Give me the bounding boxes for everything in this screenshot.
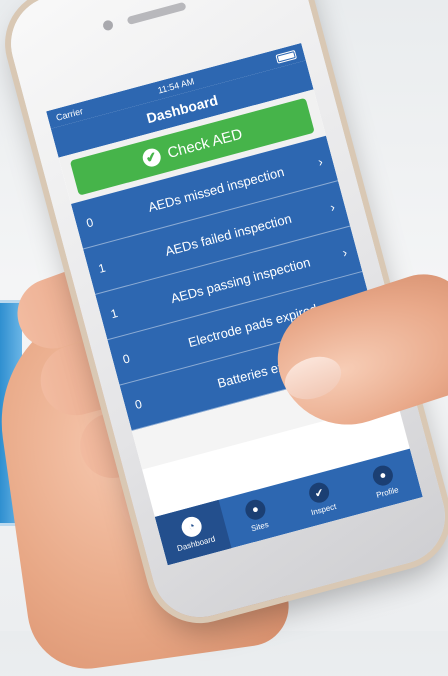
tab-inspect[interactable]: ✔ Inspect bbox=[282, 466, 359, 531]
tab-label: Inspect bbox=[310, 501, 338, 518]
check-aed-label: Check AED bbox=[165, 125, 245, 162]
row-count: 1 bbox=[96, 260, 108, 276]
check-circle-icon: ✔ bbox=[140, 146, 163, 169]
map-pin-icon: ● bbox=[243, 497, 268, 522]
row-count: 0 bbox=[121, 351, 132, 367]
tab-label: Sites bbox=[250, 519, 270, 534]
tab-profile[interactable]: ● Profile bbox=[346, 449, 423, 514]
row-count: 0 bbox=[84, 215, 95, 231]
tab-label: Dashboard bbox=[176, 534, 217, 554]
tab-bar: ◔ Dashboard ● Sites ✔ Inspect ● Profile bbox=[154, 448, 423, 566]
row-count: 1 bbox=[109, 305, 120, 322]
check-icon: ✔ bbox=[306, 480, 332, 505]
front-camera bbox=[101, 19, 115, 32]
tab-sites[interactable]: ● Sites bbox=[219, 483, 296, 548]
dashboard-icon: ◔ bbox=[179, 514, 204, 540]
chevron-right-icon: › bbox=[316, 153, 325, 169]
tab-dashboard[interactable]: ◔ Dashboard bbox=[154, 499, 232, 566]
phone-speaker bbox=[126, 1, 187, 26]
chevron-right-icon: › bbox=[328, 198, 337, 215]
person-icon: ● bbox=[370, 463, 396, 488]
chevron-right-icon: › bbox=[340, 244, 349, 260]
tab-label: Profile bbox=[375, 485, 400, 500]
row-count: 0 bbox=[133, 396, 144, 413]
